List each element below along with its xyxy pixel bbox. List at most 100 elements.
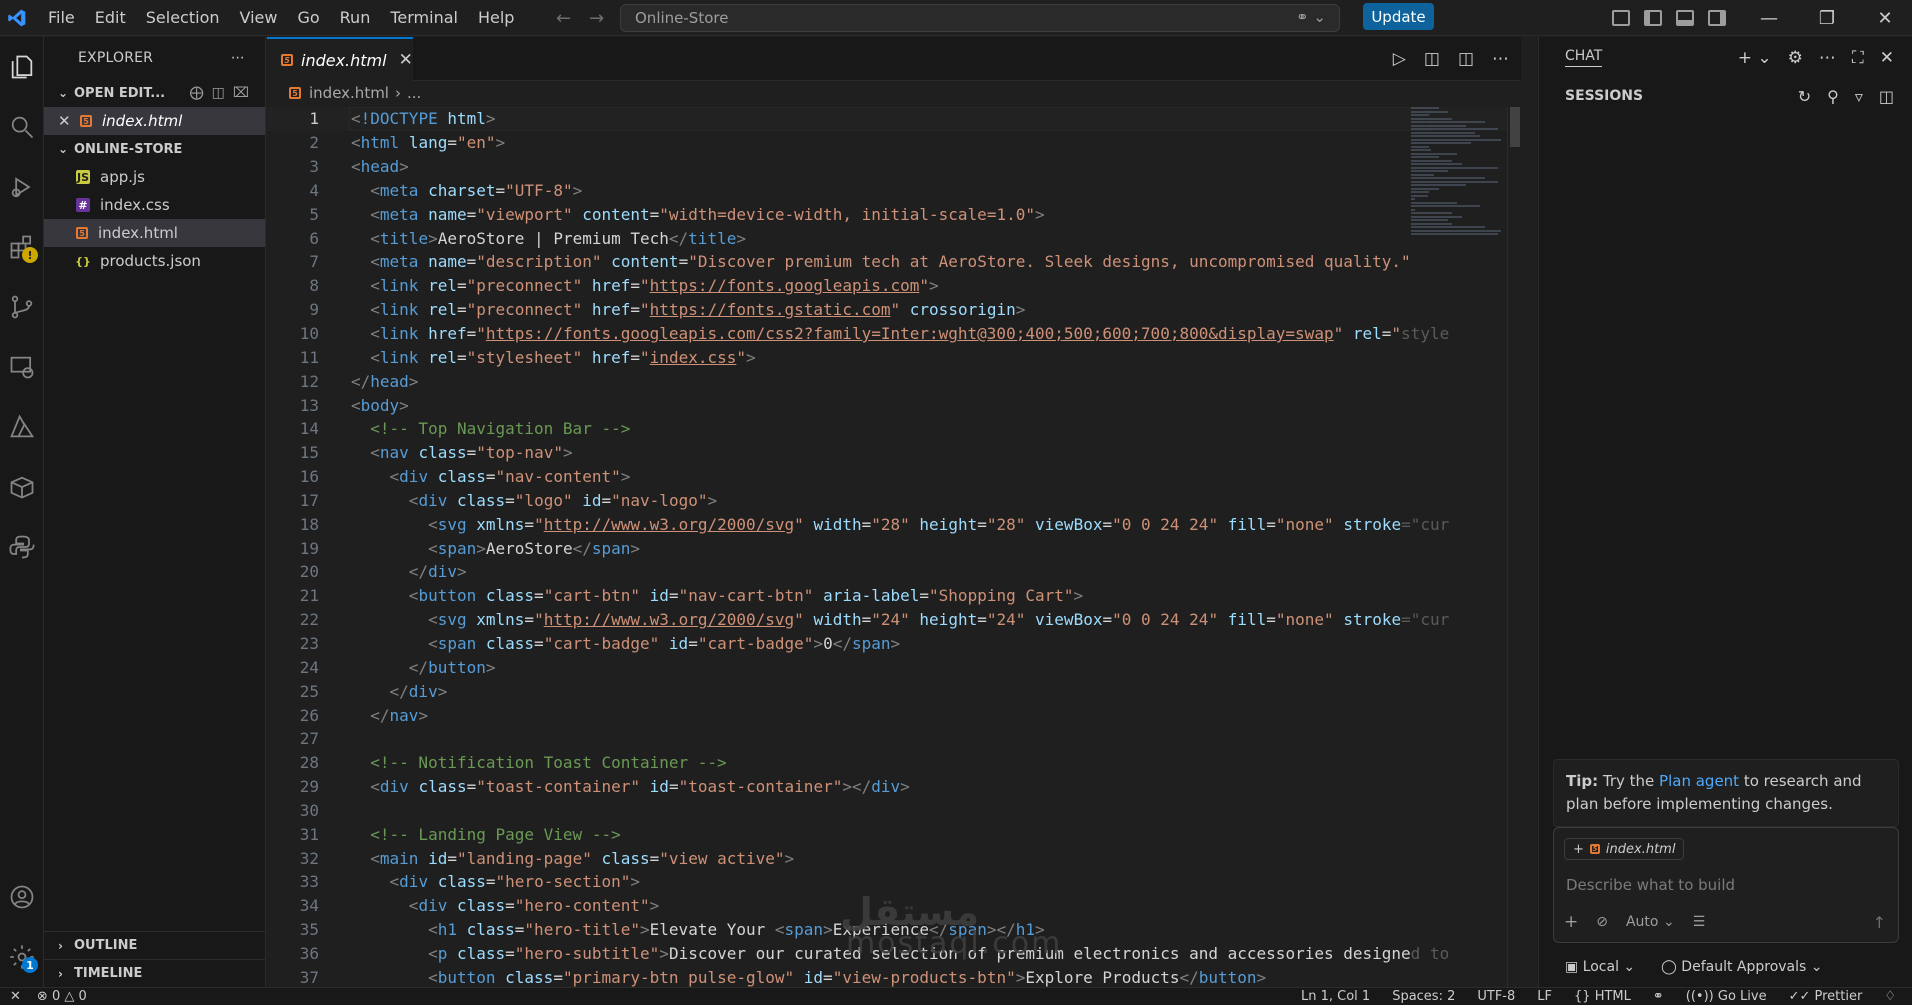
source-control-icon[interactable] (0, 277, 44, 337)
code-line: 36 <p class="hero-subtitle">Discover our… (299, 943, 1449, 963)
minimap-line (1411, 229, 1502, 232)
refresh-icon[interactable]: ↻ (1798, 87, 1811, 106)
extensions-icon[interactable]: ! (0, 217, 44, 277)
run-icon[interactable]: ▷ (1393, 49, 1406, 69)
prettier-label: Prettier (1814, 989, 1863, 1004)
close-tab-icon[interactable]: ✕ (399, 50, 413, 70)
settings-gear-icon[interactable]: ⚙ (1788, 48, 1803, 68)
minimap-line (1411, 180, 1499, 183)
approvals-picker[interactable]: ◯ Default Approvals ⌄ (1661, 959, 1822, 975)
scrollbar-thumb[interactable] (1510, 107, 1520, 147)
toggle-sidebar-icon[interactable]: ◫ (1879, 87, 1894, 106)
command-center[interactable]: Online-Store (620, 4, 1340, 32)
code-editor[interactable]: 1 <!DOCTYPE html> 2 <html lang="en"> 3 <hea… (267, 107, 1521, 987)
copilot-icon[interactable]: ⚭ ⌄ (1296, 8, 1326, 26)
menu-item[interactable]: Edit (85, 0, 136, 36)
customize-layout-icon[interactable] (1612, 10, 1630, 26)
menu-item[interactable]: Run (330, 0, 381, 36)
forward-arrow-icon[interactable]: → (589, 8, 604, 29)
tools-icon[interactable]: ☰ (1693, 914, 1706, 930)
breadcrumb: 5 index.html › ... (267, 81, 1521, 105)
menu-item[interactable]: Help (468, 0, 524, 36)
plan-agent-link[interactable]: Plan agent (1659, 772, 1739, 790)
new-chat-icon[interactable]: + ⌄ (1738, 48, 1772, 68)
send-icon[interactable]: ↑ (1873, 913, 1886, 932)
restore-icon[interactable]: ❐ (1798, 8, 1856, 29)
line-ending[interactable]: LF (1537, 989, 1552, 1004)
open-editor-item[interactable]: ✕ 5 index.html (44, 107, 265, 135)
remote-explorer-icon[interactable] (0, 337, 44, 397)
search-icon[interactable] (0, 97, 44, 157)
breadcrumb-file[interactable]: index.html (309, 84, 389, 102)
menu-item[interactable]: Terminal (380, 0, 468, 36)
folder-section[interactable]: ⌄ ONLINE-STORE (44, 135, 265, 163)
containers-icon[interactable] (0, 457, 44, 517)
encoding[interactable]: UTF-8 (1477, 989, 1515, 1004)
maximize-icon[interactable]: ⛶ (1852, 48, 1864, 68)
new-untitled-file-icon[interactable]: ⨁ (190, 85, 204, 101)
add-icon[interactable]: + (1564, 912, 1578, 932)
timeline-section[interactable]: › TIMELINE (44, 959, 266, 987)
explorer-icon[interactable] (0, 37, 44, 97)
update-button[interactable]: Update (1363, 3, 1434, 30)
more-actions-icon[interactable]: ⋯ (1819, 48, 1836, 68)
split-editor-icon[interactable]: ◫ (1458, 49, 1474, 69)
problems-indicator[interactable]: ⊗ 0 △ 0 (37, 989, 87, 1004)
go-live-button[interactable]: ((•)) Go Live (1686, 989, 1767, 1004)
menu-item[interactable]: File (38, 0, 85, 36)
run-debug-icon[interactable] (0, 157, 44, 217)
open-editors-section[interactable]: ⌄ OPEN EDIT... ⨁ ◫ ⌧ (44, 79, 265, 107)
tab-label: index.html (301, 50, 387, 70)
close-all-icon[interactable]: ⌧ (233, 85, 249, 101)
add-context-icon[interactable]: + (1573, 842, 1584, 857)
file-label: index.html (98, 224, 178, 242)
model-picker[interactable]: Auto ⌄ (1626, 914, 1675, 930)
tab-index-html[interactable]: 5 index.html ✕ (267, 37, 413, 81)
back-arrow-icon[interactable]: ← (556, 8, 571, 29)
context-chip[interactable]: + 5 index.html (1564, 838, 1685, 860)
agent-mode-icon[interactable]: ⊘ (1596, 914, 1608, 930)
code-line: 15 <nav class="top-nav"> (299, 443, 573, 463)
accounts-icon[interactable] (0, 867, 44, 927)
menu-item[interactable]: Selection (136, 0, 230, 36)
notifications-bell-icon[interactable]: ♢ (1884, 989, 1896, 1004)
close-editor-icon[interactable]: ✕ (58, 112, 80, 130)
remote-indicator-icon[interactable]: ✕ (10, 989, 21, 1004)
outline-section[interactable]: › OUTLINE (44, 931, 266, 959)
copilot-status-icon[interactable]: ⚭ (1653, 989, 1664, 1004)
cursor-position[interactable]: Ln 1, Col 1 (1301, 989, 1370, 1004)
azure-icon[interactable] (0, 397, 44, 457)
open-preview-icon[interactable]: ◫ (1424, 49, 1440, 69)
file-item[interactable]: JS app.js (44, 163, 265, 191)
minimize-icon[interactable]: — (1740, 8, 1798, 29)
file-item[interactable]: # index.css (44, 191, 265, 219)
minimap-line (1411, 187, 1439, 190)
close-window-icon[interactable]: ✕ (1856, 8, 1912, 29)
language-mode[interactable]: {} HTML (1574, 989, 1631, 1004)
vertical-scrollbar[interactable] (1507, 107, 1521, 987)
close-panel-icon[interactable]: ✕ (1880, 48, 1894, 68)
menu-item[interactable]: Go (287, 0, 329, 36)
menu-item[interactable]: View (230, 0, 288, 36)
file-item[interactable]: {} products.json (44, 247, 265, 275)
toggle-primary-sidebar-icon[interactable] (1644, 10, 1662, 26)
search-icon[interactable]: ⚲ (1827, 87, 1839, 106)
chat-input-box[interactable]: + 5 index.html Describe what to build + … (1553, 827, 1899, 943)
prettier-status[interactable]: ✓✓ Prettier (1789, 989, 1863, 1004)
file-item[interactable]: 5 index.html (44, 219, 265, 247)
toggle-secondary-sidebar-icon[interactable] (1708, 10, 1726, 26)
toggle-panel-icon[interactable] (1676, 10, 1694, 26)
python-icon[interactable] (0, 517, 44, 577)
location-picker[interactable]: ▣ Local ⌄ (1565, 959, 1635, 975)
more-actions-icon[interactable]: ⋯ (1492, 49, 1509, 69)
more-actions-icon[interactable]: ⋯ (231, 50, 245, 66)
minimap[interactable] (1411, 107, 1503, 437)
breadcrumb-symbol[interactable]: ... (407, 84, 421, 102)
manage-gear-icon[interactable]: 1 (0, 927, 44, 987)
chevron-right-icon: › (58, 938, 63, 953)
filter-icon[interactable]: ▿ (1855, 87, 1863, 106)
chat-input-field[interactable]: Describe what to build (1566, 876, 1735, 894)
code-line: 2 <html lang="en"> (309, 133, 506, 153)
indentation[interactable]: Spaces: 2 (1392, 989, 1455, 1004)
save-all-icon[interactable]: ◫ (212, 85, 225, 101)
